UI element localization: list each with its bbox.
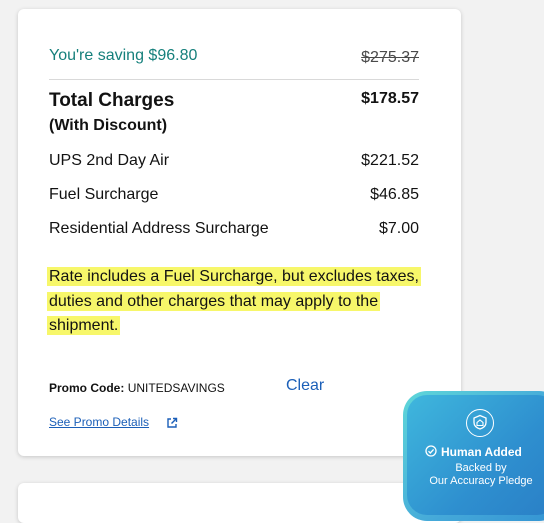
promo-code-value: UNITEDSAVINGS [127,381,225,395]
total-charges-row: Total Charges (With Discount) $178.57 [49,90,419,135]
rate-summary-card: You're saving $96.80 $275.37 Total Charg… [18,9,461,456]
line-item-label: Fuel Surcharge [49,186,159,203]
external-link-icon[interactable] [166,417,178,429]
savings-label: You're saving $96.80 [49,47,198,64]
badge-title: Human Added [441,445,522,459]
rate-note-text: Rate includes a Fuel Surcharge, but excl… [47,267,421,335]
line-item-amount: $221.52 [361,152,419,169]
shield-house-icon [466,409,494,437]
line-item-label: UPS 2nd Day Air [49,152,170,169]
badge-panel: Human Added Backed by Our Accuracy Pledg… [407,395,544,515]
next-card [18,483,461,523]
see-promo-details-link[interactable]: See Promo Details [49,415,149,429]
rate-note: Rate includes a Fuel Surcharge, but excl… [47,265,423,339]
line-item-amount: $7.00 [378,220,419,237]
line-item-label: Residential Address Surcharge [49,220,269,237]
total-charges-amount: $178.57 [361,90,419,107]
total-charges-subtitle: (With Discount) [49,117,168,134]
original-price: $275.37 [361,49,419,66]
badge-subtitle-line: Backed by [455,462,507,474]
savings-row: You're saving $96.80 $275.37 [49,45,419,80]
promo-code-label: Promo Code: [49,381,125,395]
badge-subtitle-line: Our Accuracy Pledge [429,474,533,487]
clear-promo-button[interactable]: Clear [286,377,324,395]
badge-subtitle: Backed by Our Accuracy Pledge [407,462,544,487]
line-item-amount: $46.85 [370,186,419,203]
promo-code-row: Promo Code: UNITEDSAVINGS [49,381,225,395]
check-circle-icon [425,445,437,457]
